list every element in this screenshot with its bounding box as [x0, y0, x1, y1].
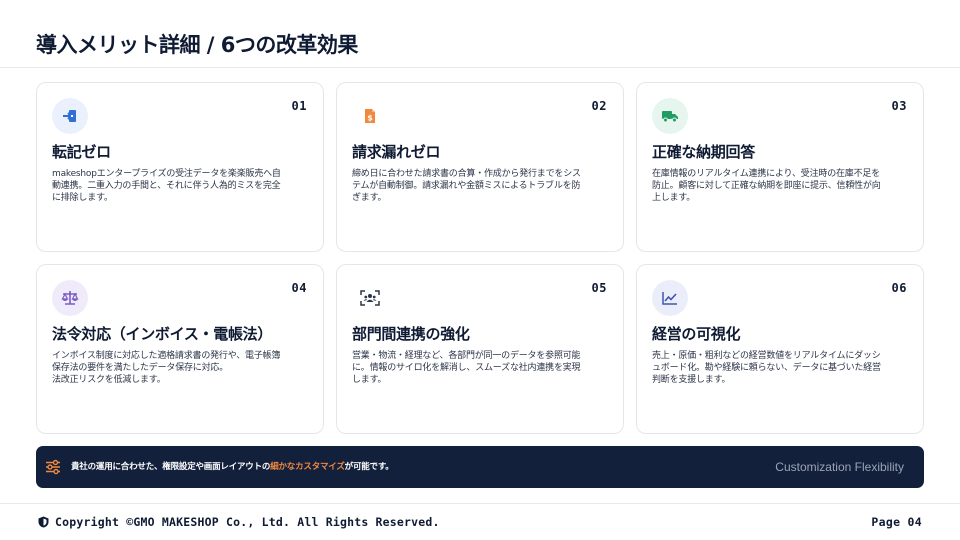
card-description: makeshopエンタープライズの受注データを楽楽販売へ自 動連携。二重入力の手…	[52, 169, 281, 203]
card-number: 03	[891, 99, 907, 113]
card-title: 請求漏れゼロ	[352, 143, 441, 161]
banner-text-after: が可能です。	[344, 462, 394, 472]
balance-scale-icon	[52, 280, 88, 316]
card-description: インボイス制度に対応した適格請求書の発行や、電子帳簿 保存法の要件を満たしたデー…	[52, 351, 281, 385]
card-number: 01	[291, 99, 307, 113]
card-number: 02	[591, 99, 607, 113]
shield-icon	[38, 516, 49, 528]
delivery-truck-icon	[652, 98, 688, 134]
card-number: 06	[891, 281, 907, 295]
card-title: 部門間連携の強化	[352, 325, 470, 343]
page-number: Page 04	[871, 515, 922, 529]
benefit-card-03: 03 正確な納期回答 在庫情報のリアルタイム連携により、受注時の在庫不足を 防止…	[636, 82, 924, 252]
team-users-icon	[352, 280, 388, 316]
line-chart-icon	[652, 280, 688, 316]
card-description: 売上・原価・粗利などの経営数値をリアルタイムにダッシ ュボード化。勘や経験に頼ら…	[652, 351, 881, 385]
slide-header: 導入メリット詳細 / 6つの改革効果	[0, 0, 960, 68]
card-title: 正確な納期回答	[652, 143, 755, 161]
card-description: 在庫情報のリアルタイム連携により、受注時の在庫不足を 防止。顧客に対して正確な納…	[652, 169, 881, 203]
sliders-icon	[46, 459, 60, 475]
banner-text: 貴社の運用に合わせた、権限設定や画面レイアウトの細かなカスタマイズが可能です。	[71, 460, 394, 474]
benefit-card-02: $ 02 請求漏れゼロ 締め日に合わせた請求書の合算・作成から発行までをシス テ…	[336, 82, 624, 252]
banner-text-before: 貴社の運用に合わせた、権限設定や画面レイアウトの	[71, 462, 271, 472]
benefit-card-01: 01 転記ゼロ makeshopエンタープライズの受注データを楽楽販売へ自 動連…	[36, 82, 324, 252]
footer-copyright-group: Copyright ©GMO MAKESHOP Co., Ltd. All Ri…	[38, 515, 440, 529]
benefit-card-06: 06 経営の可視化 売上・原価・粗利などの経営数値をリアルタイムにダッシ ュボー…	[636, 264, 924, 434]
card-number: 04	[291, 281, 307, 295]
card-description: 営業・物流・経理など、各部門が同一のデータを参照可能 に。情報のサイロ化を解消し…	[352, 351, 581, 385]
customization-banner: 貴社の運用に合わせた、権限設定や画面レイアウトの細かなカスタマイズが可能です。 …	[36, 446, 924, 488]
card-title: 経営の可視化	[652, 325, 741, 343]
copyright-text: Copyright ©GMO MAKESHOP Co., Ltd. All Ri…	[55, 515, 440, 529]
svg-text:$: $	[367, 114, 373, 123]
banner-text-highlight: 細かなカスタマイズ	[270, 462, 345, 472]
import-arrow-icon	[52, 98, 88, 134]
card-number: 05	[591, 281, 607, 295]
card-title: 転記ゼロ	[52, 143, 111, 161]
banner-english-label: Customization Flexibility	[775, 460, 904, 474]
slide-footer: Copyright ©GMO MAKESHOP Co., Ltd. All Ri…	[0, 503, 960, 540]
invoice-document-icon: $	[352, 98, 388, 134]
card-description: 締め日に合わせた請求書の合算・作成から発行までをシス テムが自動制御。請求漏れや…	[352, 169, 581, 203]
benefit-card-04: 04 法令対応（インボイス・電帳法） インボイス制度に対応した適格請求書の発行や…	[36, 264, 324, 434]
benefit-card-05: 05 部門間連携の強化 営業・物流・経理など、各部門が同一のデータを参照可能 に…	[336, 264, 624, 434]
page-title: 導入メリット詳細 / 6つの改革効果	[36, 33, 358, 57]
benefits-grid: 01 転記ゼロ makeshopエンタープライズの受注データを楽楽販売へ自 動連…	[36, 82, 924, 434]
card-title: 法令対応（インボイス・電帳法）	[52, 325, 273, 343]
